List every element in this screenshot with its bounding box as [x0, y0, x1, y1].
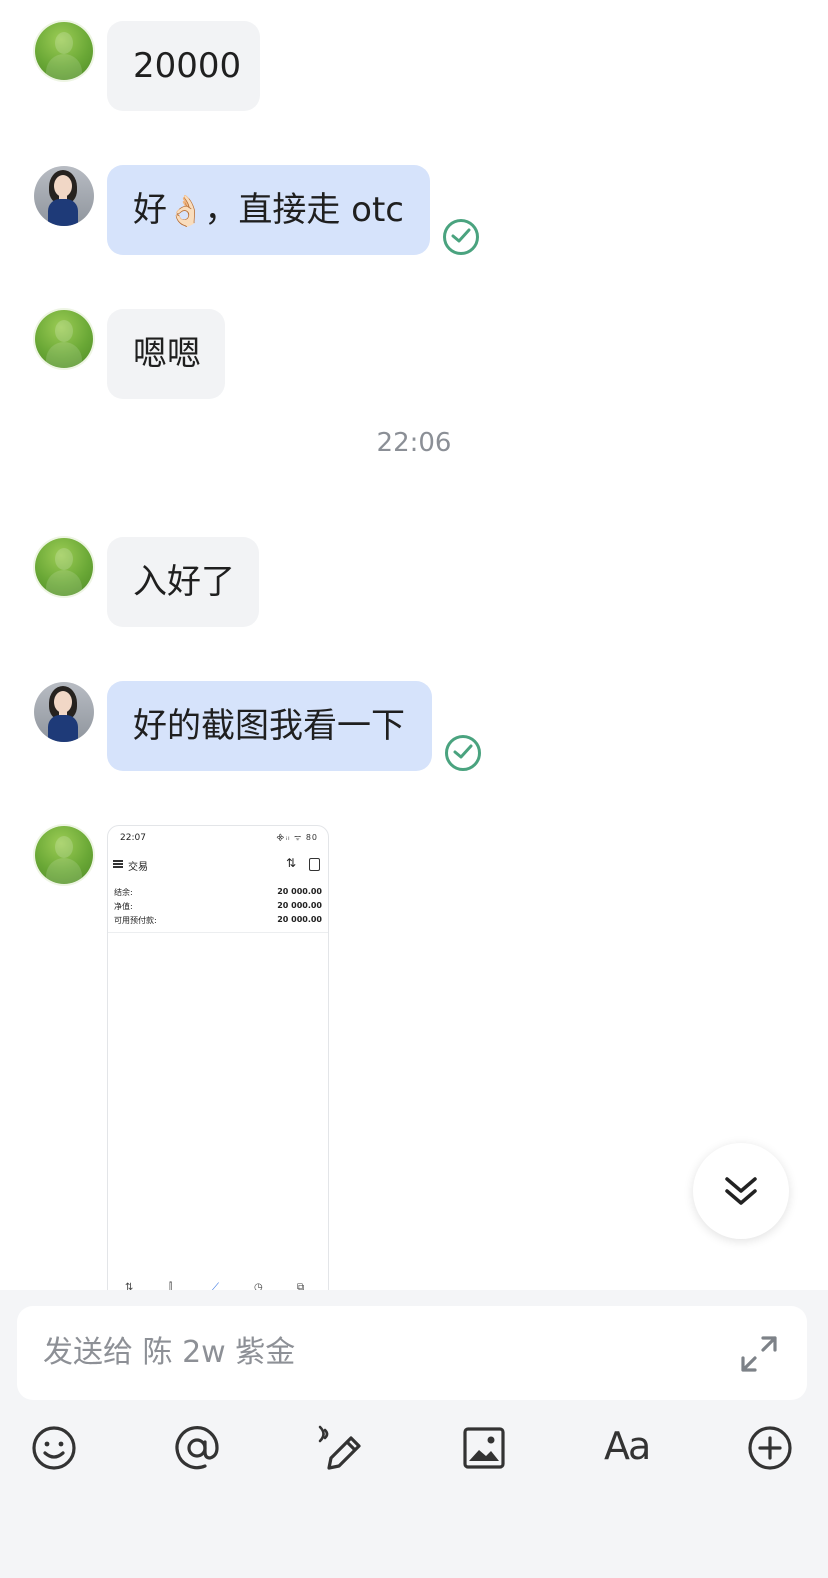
- image-icon: [463, 1427, 505, 1469]
- preview-row: 结余: 20 000.00: [114, 887, 322, 897]
- preview-menu-icon: [113, 860, 123, 868]
- message-input-placeholder: 发送给 陈 2w 紫金: [43, 1335, 296, 1370]
- double-chevron-down-icon: [725, 1177, 757, 1205]
- voice-to-text-button[interactable]: [313, 1420, 369, 1476]
- contact-avatar[interactable]: [35, 22, 93, 80]
- timestamp: 22:06: [376, 428, 452, 458]
- read-check-icon: [445, 735, 481, 771]
- voice-pen-icon: [318, 1425, 361, 1470]
- message-text: 好: [133, 190, 167, 230]
- contact-avatar[interactable]: [35, 310, 93, 368]
- emoji-icon: [32, 1426, 76, 1470]
- font-icon: Aa: [604, 1424, 651, 1468]
- emoji-button[interactable]: [26, 1420, 82, 1476]
- image-message[interactable]: 22:07 ᯽ᵢₗ ᯤ 80 交易 ⇅ 结余: 20 000.00 净值: 20…: [107, 825, 329, 1298]
- composer-toolbar: Aa: [0, 1420, 828, 1476]
- contact-avatar[interactable]: [35, 826, 93, 884]
- preview-status-icons: ᯽ᵢₗ ᯤ 80: [275, 833, 318, 842]
- mention-button[interactable]: [169, 1420, 225, 1476]
- outgoing-message[interactable]: 好👌🏻，直接走 otc: [107, 165, 430, 255]
- expand-icon[interactable]: [739, 1334, 779, 1374]
- incoming-message[interactable]: 20000: [107, 21, 260, 111]
- font-format-button[interactable]: Aa: [604, 1420, 664, 1476]
- preview-status-time: 22:07: [120, 833, 146, 843]
- preview-sort-icon: ⇅: [285, 856, 296, 870]
- message-text: 好的截图我看一下: [133, 706, 405, 746]
- preview-row: 可用预付款: 20 000.00: [114, 915, 322, 925]
- more-button[interactable]: [742, 1420, 798, 1476]
- message-text: 入好了: [133, 562, 235, 602]
- scroll-to-bottom-button[interactable]: [693, 1143, 789, 1239]
- read-check-icon: [443, 219, 479, 255]
- preview-title: 交易: [128, 862, 148, 873]
- incoming-message[interactable]: 入好了: [107, 537, 259, 627]
- image-button[interactable]: [456, 1420, 512, 1476]
- contact-avatar[interactable]: [35, 538, 93, 596]
- chat-history[interactable]: 20000 好👌🏻，直接走 otc 嗯嗯 22:06 入好了 好的截图我看一下 …: [0, 0, 828, 1298]
- my-avatar[interactable]: [34, 166, 94, 226]
- at-icon: [175, 1426, 219, 1470]
- incoming-message[interactable]: 嗯嗯: [107, 309, 225, 399]
- my-avatar[interactable]: [34, 682, 94, 742]
- preview-row: 净值: 20 000.00: [114, 901, 322, 911]
- plus-icon: [748, 1426, 792, 1470]
- ok-hand-emoji-icon: 👌🏻: [167, 194, 205, 229]
- preview-add-order-icon: [309, 858, 320, 871]
- preview-divider: [108, 932, 328, 933]
- outgoing-message[interactable]: 好的截图我看一下: [107, 681, 432, 771]
- message-text: ，直接走 otc: [204, 190, 404, 230]
- message-text: 20000: [133, 46, 242, 86]
- message-input[interactable]: 发送给 陈 2w 紫金: [17, 1306, 807, 1400]
- message-text: 嗯嗯: [133, 334, 201, 374]
